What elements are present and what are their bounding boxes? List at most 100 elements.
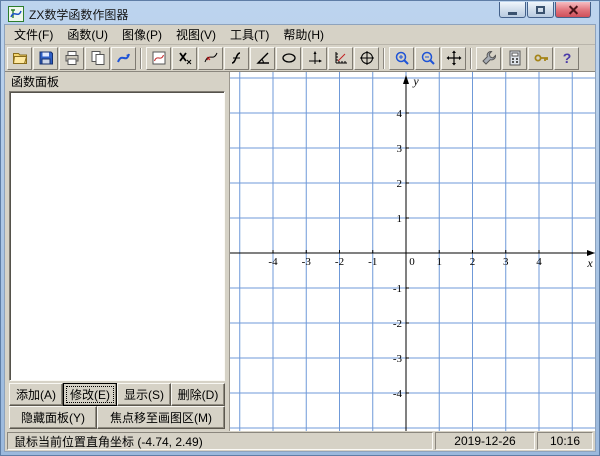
settings-icon — [481, 50, 497, 66]
toolbar-separator — [383, 48, 385, 69]
menu-help[interactable]: 帮助(H) — [276, 24, 331, 45]
svg-text:0: 0 — [409, 256, 415, 268]
plot-points-icon — [203, 50, 219, 66]
delete-button[interactable]: 删除(D) — [171, 383, 225, 406]
delete-object-icon — [177, 50, 193, 66]
function-list[interactable] — [9, 91, 225, 381]
plot-area-icon — [151, 50, 167, 66]
svg-text:-3: -3 — [393, 353, 403, 365]
client-area: 文件(F)函数(U)图像(P)视图(V)工具(T)帮助(H) ? 函数面板 添加… — [4, 24, 596, 452]
save-icon — [38, 50, 54, 66]
toolbar: ? — [5, 45, 595, 72]
print-button[interactable] — [59, 47, 84, 70]
help-icon: ? — [559, 50, 575, 66]
time-status: 10:16 — [537, 432, 593, 450]
delete-object-button[interactable] — [172, 47, 197, 70]
statusbar: 鼠标当前位置直角坐标 (-4.74, 2.49) 2019-12-26 10:1… — [5, 431, 595, 451]
app-icon — [8, 6, 24, 22]
svg-text:x: x — [586, 256, 593, 270]
polar-grid-button[interactable] — [354, 47, 379, 70]
zoom-in-icon — [394, 50, 410, 66]
app-window: ZX数学函数作图器 文件(F)函数(U)图像(P)视图(V)工具(T)帮助(H)… — [0, 0, 600, 456]
copy-icon — [90, 50, 106, 66]
maximize-button[interactable] — [527, 2, 554, 18]
svg-text:y: y — [412, 74, 419, 88]
svg-text:1: 1 — [437, 256, 443, 268]
add-button[interactable]: 添加(A) — [9, 383, 63, 406]
svg-text:-2: -2 — [393, 318, 402, 330]
calculator-button[interactable] — [502, 47, 527, 70]
mouse-position-status: 鼠标当前位置直角坐标 (-4.74, 2.49) — [7, 432, 433, 450]
menu-function[interactable]: 函数(U) — [60, 24, 115, 45]
function-panel: 函数面板 添加(A) 修改(E) 显示(S) 删除(D) 隐藏面板(Y) 焦点移… — [5, 72, 229, 431]
date-status: 2019-12-26 — [435, 432, 535, 450]
axis-grid-icon — [333, 50, 349, 66]
plot-svg: -4 -3 -2 -1 0 1 2 3 4 4 3 2 1 -1 -2 -3 -4 x y — [230, 72, 595, 431]
settings-button[interactable] — [476, 47, 501, 70]
svg-text:2: 2 — [397, 178, 403, 190]
polar-grid-icon — [359, 50, 375, 66]
focus-plot-button[interactable]: 焦点移至画图区(M) — [97, 406, 225, 429]
draw-curve-icon — [116, 50, 132, 66]
svg-text:1: 1 — [397, 213, 403, 225]
svg-text:-1: -1 — [368, 256, 377, 268]
open-button[interactable] — [7, 47, 32, 70]
svg-text:-1: -1 — [393, 283, 402, 295]
hide-panel-button[interactable]: 隐藏面板(Y) — [9, 406, 97, 429]
menu-file[interactable]: 文件(F) — [7, 24, 60, 45]
open-icon — [12, 50, 28, 66]
zoom-in-button[interactable] — [389, 47, 414, 70]
plot-function-button[interactable] — [224, 47, 249, 70]
svg-text:-2: -2 — [335, 256, 344, 268]
panel-title: 函数面板 — [9, 74, 225, 90]
zoom-out-button[interactable] — [415, 47, 440, 70]
svg-text:3: 3 — [503, 256, 509, 268]
svg-text:-3: -3 — [302, 256, 312, 268]
plot-area[interactable]: -4 -3 -2 -1 0 1 2 3 4 4 3 2 1 -1 -2 -3 -4 x y — [229, 72, 595, 431]
angle-button[interactable] — [250, 47, 275, 70]
save-button[interactable] — [33, 47, 58, 70]
shortcut-key-button[interactable] — [528, 47, 553, 70]
ellipse-button[interactable] — [276, 47, 301, 70]
plot-points-button[interactable] — [198, 47, 223, 70]
menubar: 文件(F)函数(U)图像(P)视图(V)工具(T)帮助(H) — [5, 25, 595, 45]
menu-view[interactable]: 视图(V) — [169, 24, 223, 45]
minimize-icon — [508, 12, 517, 15]
svg-text:2: 2 — [470, 256, 476, 268]
svg-text:-4: -4 — [393, 388, 403, 400]
main-area: 函数面板 添加(A) 修改(E) 显示(S) 删除(D) 隐藏面板(Y) 焦点移… — [5, 72, 595, 431]
angle-icon — [255, 50, 271, 66]
menu-image[interactable]: 图像(P) — [115, 24, 169, 45]
coordinate-axes-icon — [307, 50, 323, 66]
plot-area-button[interactable] — [146, 47, 171, 70]
menu-tools[interactable]: 工具(T) — [223, 24, 276, 45]
plot-function-icon — [229, 50, 245, 66]
close-button[interactable] — [555, 2, 591, 18]
window-controls — [499, 2, 591, 18]
svg-text:?: ? — [562, 50, 571, 66]
coordinate-axes-button[interactable] — [302, 47, 327, 70]
copy-button[interactable] — [85, 47, 110, 70]
svg-text:3: 3 — [397, 143, 403, 155]
show-button[interactable]: 显示(S) — [117, 383, 171, 406]
ellipse-icon — [281, 50, 297, 66]
close-icon — [568, 5, 579, 15]
svg-text:-4: -4 — [268, 256, 278, 268]
print-icon — [64, 50, 80, 66]
modify-button[interactable]: 修改(E) — [63, 383, 117, 406]
toolbar-separator — [140, 48, 142, 69]
window-title: ZX数学函数作图器 — [29, 6, 128, 23]
toolbar-separator — [470, 48, 472, 69]
svg-text:4: 4 — [536, 256, 542, 268]
pan-button[interactable] — [441, 47, 466, 70]
shortcut-key-icon — [533, 50, 549, 66]
calculator-icon — [507, 50, 523, 66]
minimize-button[interactable] — [499, 2, 526, 18]
axis-grid-button[interactable] — [328, 47, 353, 70]
pan-icon — [446, 50, 462, 66]
svg-text:4: 4 — [397, 108, 403, 120]
maximize-icon — [536, 6, 545, 14]
help-button[interactable]: ? — [554, 47, 579, 70]
zoom-out-icon — [420, 50, 436, 66]
draw-curve-button[interactable] — [111, 47, 136, 70]
